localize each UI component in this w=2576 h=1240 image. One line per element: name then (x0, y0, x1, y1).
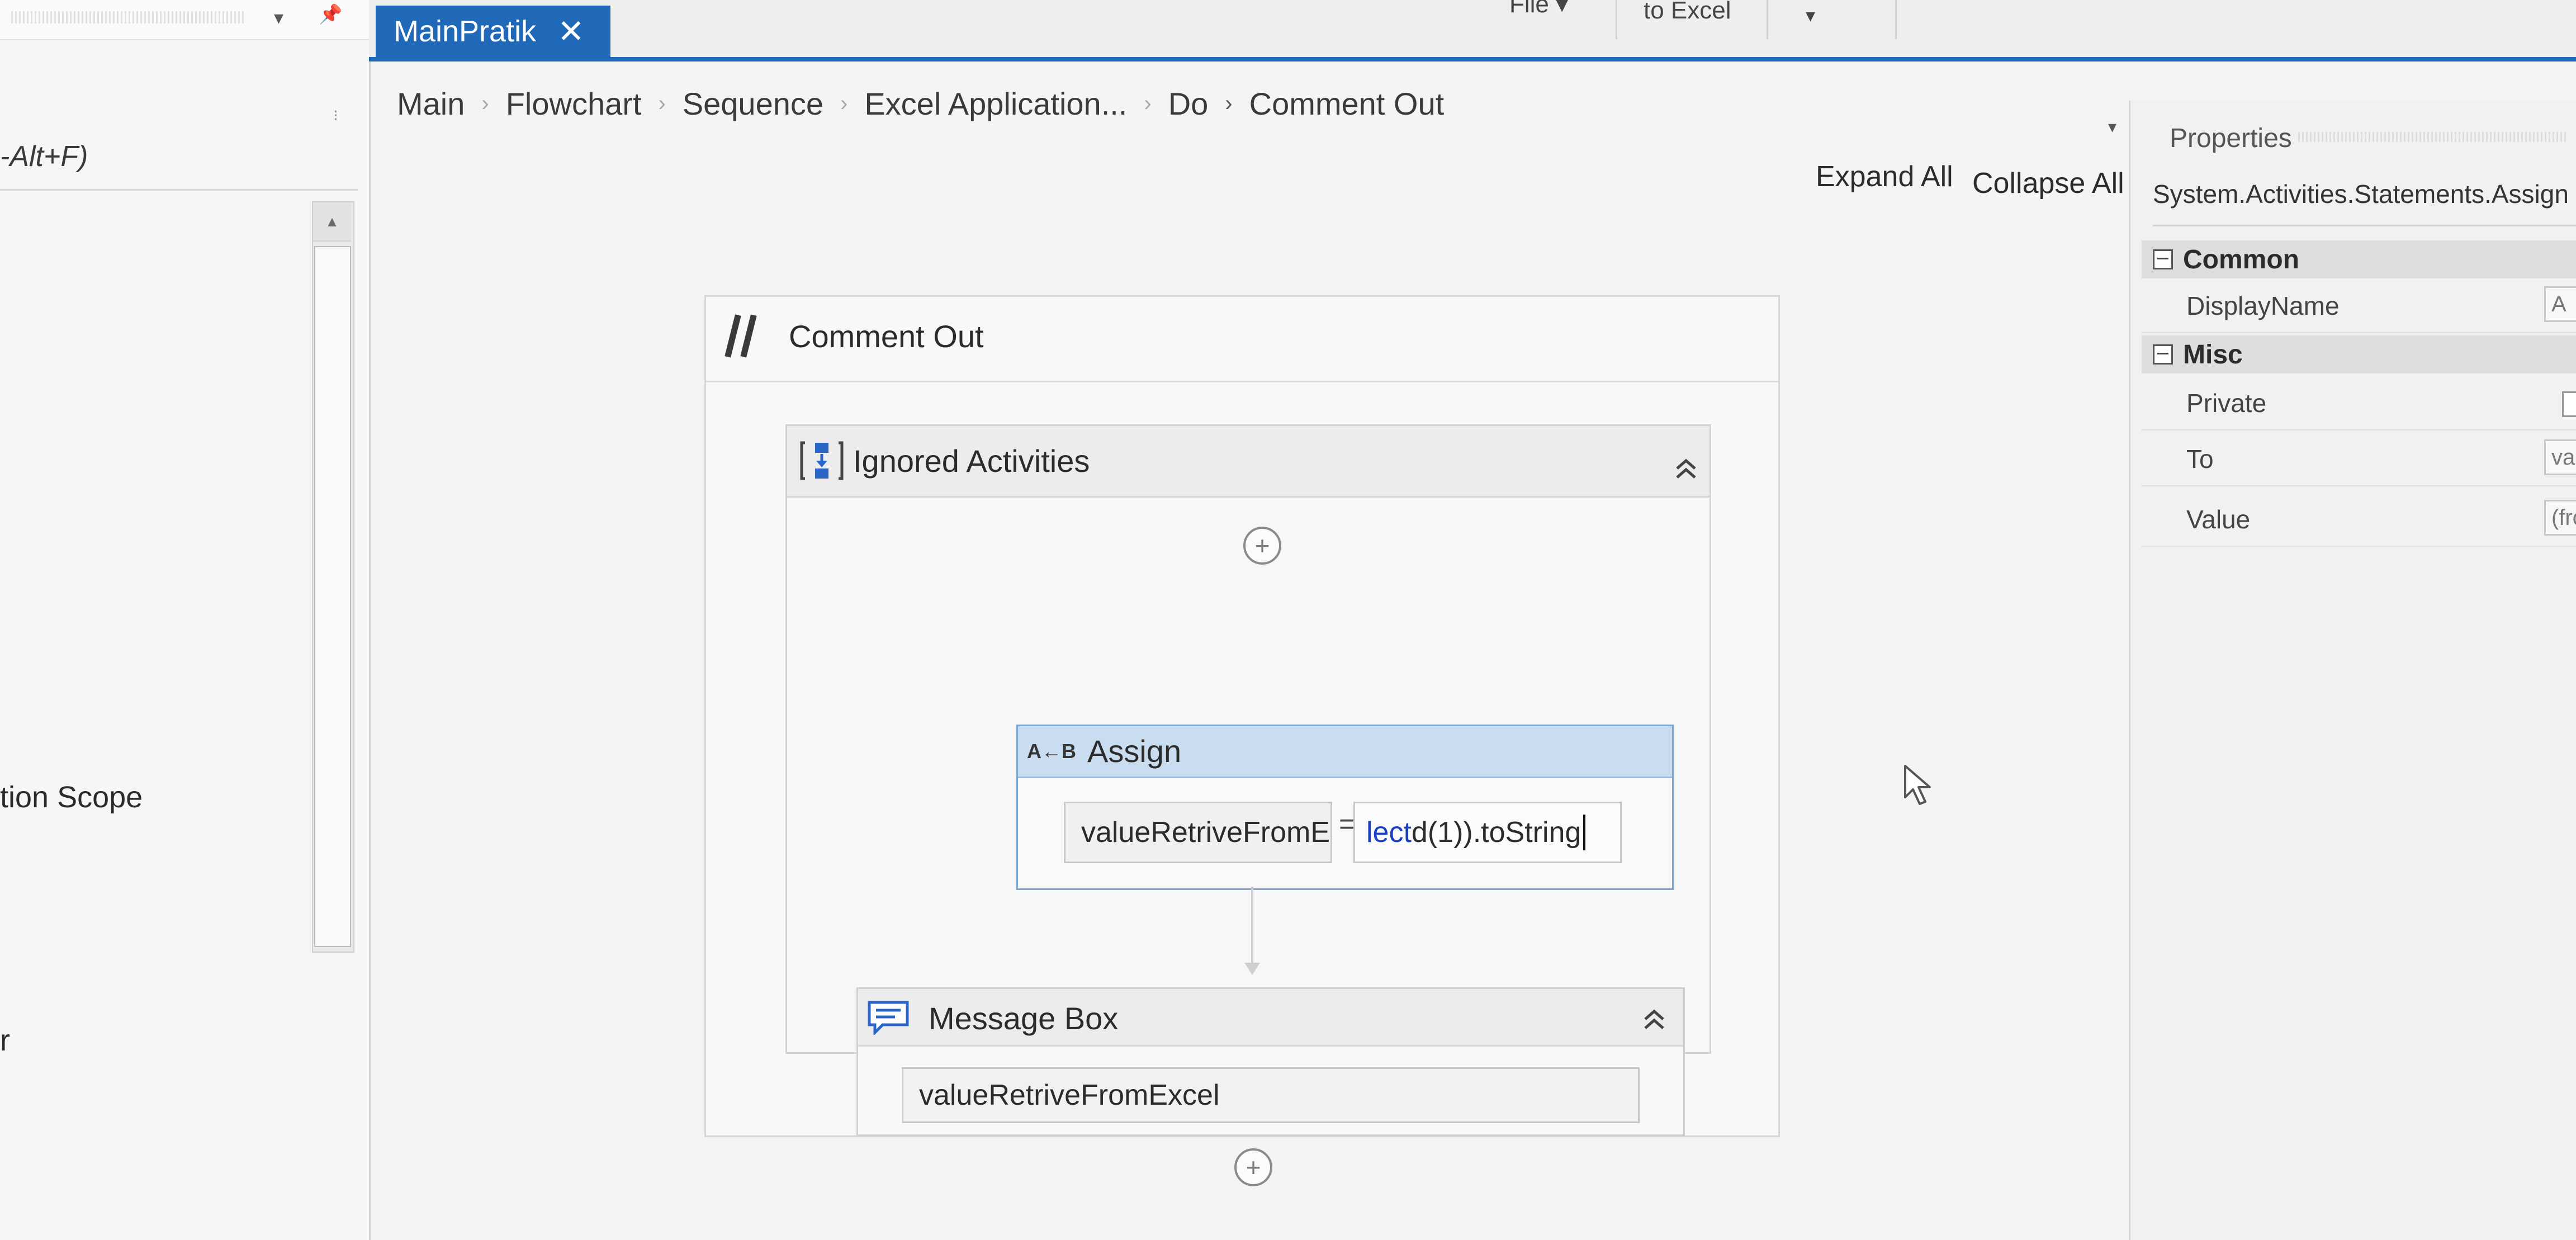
category-label: Common (2183, 244, 2299, 274)
ignored-activities-header[interactable]: Ignored Activities (787, 426, 1710, 498)
properties-type-name: System.Activities.Statements.Assign (2153, 179, 2576, 226)
flow-connector-line (1251, 887, 1253, 965)
breadcrumb-item-flowchart[interactable]: Flowchart (506, 86, 642, 122)
ribbon-dropdown-icon[interactable]: ▾ (1806, 4, 1815, 27)
flow-connector-arrow-icon (1244, 963, 1260, 975)
document-tab-strip: File ▾ to Excel ▾ (369, 0, 2576, 61)
sequence-icon (800, 441, 844, 480)
tab-mainpratik[interactable]: MainPratik ✕ (376, 6, 610, 57)
search-shortcut-hint: -Alt+F) (0, 140, 88, 173)
chevron-right-icon: › (658, 91, 666, 116)
expand-all-link[interactable]: Expand All (1816, 160, 1953, 193)
property-row-private[interactable]: Private (2142, 376, 2576, 430)
message-box-header[interactable]: Message Box (858, 989, 1683, 1047)
message-box-text-field[interactable]: valueRetriveFromExcel (902, 1067, 1640, 1123)
activity-list-item[interactable]: r (0, 1023, 10, 1058)
tab-label: MainPratik (394, 15, 537, 48)
scroll-up-icon[interactable]: ▲ (313, 202, 351, 242)
ribbon-separator (1616, 0, 1617, 39)
message-box-title: Message Box (929, 1001, 1119, 1036)
chevron-right-icon: › (481, 91, 489, 116)
panel-grip[interactable] (11, 11, 246, 23)
comment-out-header[interactable]: Comment Out (706, 297, 1778, 382)
assign-title: Assign (1087, 733, 1182, 769)
property-name: DisplayName (2186, 291, 2340, 320)
displayname-value-field[interactable]: A (2544, 286, 2576, 322)
ignored-activities-title: Ignored Activities (853, 443, 1090, 479)
value-value-field[interactable]: (fro (2544, 500, 2576, 536)
chevron-right-icon: › (1225, 91, 1233, 116)
ribbon-separator (1767, 0, 1768, 39)
chevron-right-icon: › (1144, 91, 1152, 116)
assign-to-field[interactable]: valueRetriveFromE (1064, 802, 1332, 863)
breadcrumb: Main › Flowchart › Sequence › Excel Appl… (397, 78, 1444, 129)
ignored-activities-sequence[interactable]: Ignored Activities + A←B Assign valueRet… (785, 424, 1711, 1186)
collapse-all-link[interactable]: Collapse All (1972, 167, 2124, 200)
breadcrumb-item-excel-application[interactable]: Excel Application... (864, 86, 1127, 122)
ribbon-to-excel[interactable]: to Excel (1644, 0, 1731, 25)
assign-header[interactable]: A←B Assign (1018, 726, 1672, 778)
assign-value-field[interactable]: lect d(1)).toString (1353, 802, 1622, 863)
to-value-field[interactable]: va (2544, 439, 2576, 475)
add-activity-plus-icon[interactable]: + (1243, 527, 1281, 565)
collapse-box-icon[interactable] (2153, 249, 2173, 269)
text-caret (1583, 815, 1586, 850)
property-name: Value (2186, 505, 2251, 534)
property-row-displayname[interactable]: DisplayName A (2142, 278, 2576, 333)
comment-out-activity[interactable]: Comment Out Ignored Activities + A←B Ass… (704, 295, 1780, 1186)
panel-dropdown-icon[interactable]: ▾ (274, 7, 283, 29)
divider (0, 189, 358, 191)
category-common[interactable]: Common (2142, 240, 2576, 278)
breadcrumb-item-sequence[interactable]: Sequence (683, 86, 823, 122)
property-row-to[interactable]: To va (2142, 432, 2576, 486)
ribbon-separator (1895, 0, 1897, 39)
category-misc[interactable]: Misc (2142, 335, 2576, 373)
collapse-chevron-up-icon[interactable] (1670, 453, 1702, 484)
collapse-box-icon[interactable] (2153, 344, 2173, 365)
property-name: Private (2186, 389, 2267, 418)
left-panel-header: ▾ 📌 (0, 0, 369, 40)
category-label: Misc (2183, 339, 2243, 370)
value-keyword-text: lect (1366, 816, 1412, 849)
comment-slashes-icon (724, 314, 757, 358)
property-row-value[interactable]: Value (fro (2142, 492, 2576, 547)
panel-dropdown-icon[interactable]: ▾ (2108, 117, 2116, 137)
comment-out-title: Comment Out (789, 319, 984, 354)
collapse-chevron-up-icon[interactable] (1639, 1004, 1670, 1035)
chevron-right-icon: › (840, 91, 848, 116)
tab-underline (369, 57, 2576, 61)
add-activity-plus-icon[interactable]: + (1234, 1148, 1272, 1186)
scrollbar-thumb[interactable] (314, 246, 351, 947)
value-expression-text: d(1)).toString (1411, 816, 1581, 849)
breadcrumb-item-do[interactable]: Do (1168, 86, 1209, 122)
breadcrumb-item-comment-out[interactable]: Comment Out (1249, 86, 1445, 122)
property-name: To (2186, 444, 2214, 474)
close-icon[interactable]: ✕ (557, 12, 585, 50)
panel-grip[interactable] (2298, 132, 2566, 142)
breadcrumb-item-main[interactable]: Main (397, 86, 465, 122)
message-box-icon (868, 1001, 909, 1035)
assign-icon: A←B (1027, 740, 1076, 763)
activity-list-item[interactable]: tion Scope (0, 780, 143, 815)
mouse-pointer-icon (1904, 765, 1931, 805)
message-box-activity[interactable]: Message Box valueRetriveFromExcel (856, 987, 1685, 1136)
properties-panel: Properties ▾ System.Activities.Statement… (2108, 101, 2576, 1240)
properties-title: Properties (2170, 124, 2292, 153)
assign-activity[interactable]: A←B Assign valueRetriveFromE = lect d(1)… (1016, 725, 1674, 890)
panel-scroll-indicator-icon: ⁝ (333, 107, 338, 124)
left-panel: ▾ 📌 ⁝ -Alt+F) ▲ tion Scope r (0, 0, 371, 1240)
ribbon-file-menu[interactable]: File ▾ (1509, 0, 1568, 18)
private-checkbox[interactable] (2562, 391, 2576, 417)
pin-icon[interactable]: 📌 (319, 3, 342, 26)
